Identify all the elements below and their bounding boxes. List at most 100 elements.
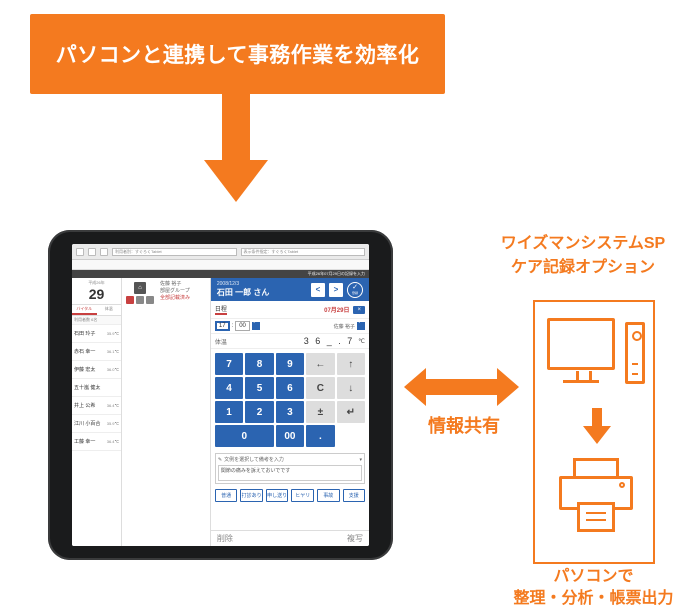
system-caption-line2: 整理・分析・帳票出力 (513, 590, 673, 607)
check-icon: ✓ (352, 284, 358, 291)
user-row[interactable]: 石田 玲子35.9℃ (72, 325, 121, 343)
arrow-down-small-icon (583, 408, 611, 446)
memo-label: 文例を選択して備考を入力 (224, 456, 284, 463)
sub-date: 07月29日 (324, 305, 349, 314)
trash-icon[interactable]: 削除 (217, 533, 233, 544)
tile-icon[interactable] (136, 296, 144, 304)
system-title: ワイズマンシステムSP ケア記録オプション (470, 232, 696, 280)
key-7[interactable]: 7 (215, 353, 243, 375)
key-down[interactable]: ↓ (337, 377, 365, 399)
key-back[interactable]: ← (306, 353, 334, 375)
notice-bar: 平成26年07月29日の記録を入力 (72, 270, 369, 278)
time-min-input[interactable]: 00 (235, 321, 250, 331)
chevron-left-icon[interactable]: < (311, 283, 325, 297)
group-label: 部屋グループ (160, 287, 208, 294)
key-0[interactable]: 0 (215, 425, 274, 447)
system-caption: パソコンで 整理・分析・帳票出力 (486, 566, 699, 611)
left-sidebar: 平成26年 29 バイタル 体温 利用者数 6名 石田 玲子35.9℃ 赤石 幸… (72, 278, 122, 546)
recorder-dropdown-icon[interactable] (357, 322, 365, 330)
key-5[interactable]: 5 (245, 377, 273, 399)
app-menubar (72, 260, 369, 270)
numeric-keypad: 7 8 9 ← ↑ 4 5 6 C ↓ 1 2 3 ± ↵ 0 00 (211, 349, 369, 451)
browser-tab-2[interactable]: 表示条件指定：すぐろくTablet (241, 248, 366, 256)
printer-icon (559, 458, 633, 538)
system-caption-line1: パソコンで (553, 568, 633, 585)
headline-banner: パソコンと連携して事務作業を効率化 (30, 14, 445, 94)
temperature-label: 体温 (215, 337, 227, 346)
detail-name: 石田 一郎 (217, 288, 251, 297)
temperature-value: 3 6 _ . 7 (304, 336, 355, 346)
tag-chips: 普通 打診あり 申し送り ヒヤリ 事故 支援 (211, 486, 369, 505)
user-row[interactable]: 赤石 幸一36.1℃ (72, 343, 121, 361)
key-00[interactable]: 00 (276, 425, 304, 447)
tile-icon[interactable] (146, 296, 154, 304)
chip[interactable]: 支援 (343, 489, 366, 502)
desktop-pc-icon (547, 318, 645, 394)
headline-text: パソコンと連携して事務作業を効率化 (56, 39, 420, 69)
time-hour-input[interactable]: 17 (215, 321, 230, 331)
key-2[interactable]: 2 (245, 401, 273, 423)
sub-tab-record[interactable]: 全部記載済み (160, 294, 208, 301)
detail-header: 2008/12/3 石田 一郎 さん < > ✓ 登録 (211, 278, 369, 301)
user-row[interactable]: 伊藤 宏太36.0℃ (72, 361, 121, 379)
user-row[interactable]: 江川 小百合35.9℃ (72, 415, 121, 433)
tab-vital[interactable]: バイタル (72, 305, 97, 315)
detail-date: 2008/12/3 (217, 281, 269, 287)
system-box (533, 300, 655, 564)
detail-name-suffix: さん (253, 288, 269, 297)
save-button[interactable]: ✓ 登録 (347, 282, 363, 298)
user-row[interactable]: 工藤 幸一36.4℃ (72, 433, 121, 451)
copy-icon[interactable]: 複写 (347, 533, 363, 544)
bottom-bar: 削除 複写 (211, 530, 369, 546)
chip[interactable]: ヒヤリ (291, 489, 314, 502)
tile-icon[interactable] (126, 296, 134, 304)
system-title-line1: ワイズマンシステムSP (501, 235, 665, 252)
chip[interactable]: 普通 (215, 489, 238, 502)
chip[interactable]: 事故 (317, 489, 340, 502)
chip[interactable]: 打診あり (240, 489, 263, 502)
date-day: 29 (89, 286, 105, 302)
arrow-down-icon (204, 92, 268, 207)
detail-panel: 2008/12/3 石田 一郎 さん < > ✓ 登録 日程 07月29日 (210, 278, 369, 546)
header-user: 佐藤 裕子 (160, 280, 208, 287)
key-enter[interactable]: ↵ (337, 401, 365, 423)
temperature-unit: ℃ (358, 338, 365, 345)
key-8[interactable]: 8 (245, 353, 273, 375)
key-6[interactable]: 6 (276, 377, 304, 399)
date-selector[interactable]: 平成26年 29 (72, 278, 121, 305)
pencil-icon: ✎ (218, 457, 222, 463)
key-sign[interactable]: ± (306, 401, 334, 423)
user-row[interactable]: 井上 公希36.4℃ (72, 397, 121, 415)
key-3[interactable]: 3 (276, 401, 304, 423)
user-row[interactable]: 五十嵐 健太 (72, 379, 121, 397)
share-label: 情報共有 (414, 412, 514, 438)
memo-section: ✎ 文例を選択して備考を入力 ▾ 関節の痛みを訴えておいでです (215, 453, 365, 484)
system-title-line2: ケア記録オプション (511, 259, 655, 276)
tablet-device: 利用者別：すぐろくTablet 表示条件指定：すぐろくTablet 平成26年0… (48, 230, 393, 560)
close-icon[interactable]: × (353, 306, 365, 314)
key-4[interactable]: 4 (215, 377, 243, 399)
key-9[interactable]: 9 (276, 353, 304, 375)
browser-reload-icon[interactable] (100, 248, 108, 256)
tab-temp[interactable]: 体温 (97, 305, 122, 315)
key-1[interactable]: 1 (215, 401, 243, 423)
arrow-left-right-icon (404, 368, 519, 406)
key-up[interactable]: ↑ (337, 353, 365, 375)
browser-toolbar: 利用者別：すぐろくTablet 表示条件指定：すぐろくTablet (72, 244, 369, 260)
chip[interactable]: 申し送り (266, 489, 289, 502)
home-icon[interactable]: ⌂ (134, 282, 146, 294)
memo-input[interactable]: 関節の痛みを訴えておいでです (218, 465, 362, 481)
user-list-header: 利用者数 6名 (72, 316, 121, 325)
time-dropdown-icon[interactable] (252, 322, 260, 330)
browser-tab-1[interactable]: 利用者別：すぐろくTablet (112, 248, 237, 256)
key-clear[interactable]: C (306, 377, 334, 399)
chevron-right-icon[interactable]: > (329, 283, 343, 297)
browser-back-icon[interactable] (76, 248, 84, 256)
recorded-by: 佐藤 裕子 (334, 323, 355, 330)
tablet-screen: 利用者別：すぐろくTablet 表示条件指定：すぐろくTablet 平成26年0… (72, 244, 369, 546)
detail-subbar: 日程 07月29日 × (211, 301, 369, 319)
subtab-schedule[interactable]: 日程 (215, 304, 227, 315)
browser-fwd-icon[interactable] (88, 248, 96, 256)
key-dot[interactable]: . (306, 425, 334, 447)
memo-dropdown-icon[interactable]: ▾ (359, 457, 362, 463)
